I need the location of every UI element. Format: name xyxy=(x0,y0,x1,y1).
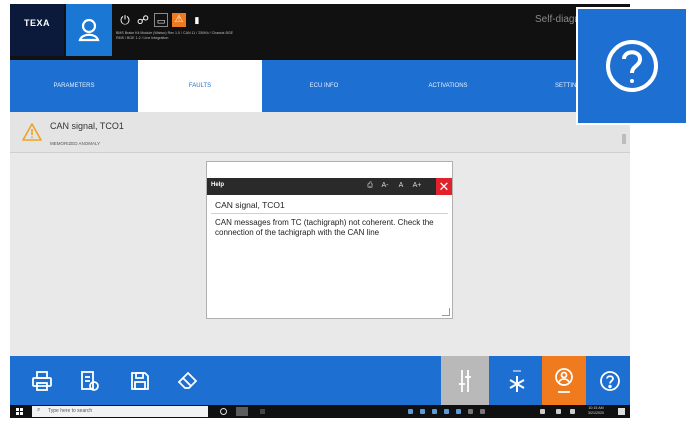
clock-date: 3/21/2020 xyxy=(588,411,604,415)
volume-icon[interactable] xyxy=(556,409,561,414)
help-dialog: Help ⎙ A- A A+ ✕ CAN signal, TCO1 CAN me… xyxy=(206,161,453,319)
record-icon xyxy=(555,367,573,393)
windows-start-icon[interactable] xyxy=(16,408,23,415)
network-icon[interactable] xyxy=(540,409,545,414)
report-button[interactable] xyxy=(70,356,110,405)
tab-ecu-info[interactable]: ECU info xyxy=(262,60,386,112)
user-button[interactable] xyxy=(66,4,112,56)
texa-taskbar-icon[interactable] xyxy=(236,407,248,416)
tab-faults[interactable]: Faults xyxy=(138,60,262,112)
resize-handle[interactable] xyxy=(442,308,450,316)
vehicle-info-line-2: RMS / BGE 1.2 / Line Integration xyxy=(116,36,169,40)
user-icon xyxy=(78,18,100,42)
notification-icon[interactable] xyxy=(618,408,625,415)
record-button[interactable] xyxy=(542,356,586,405)
print-button[interactable] xyxy=(22,356,62,405)
tray-icon[interactable] xyxy=(444,409,449,414)
help-title: Help xyxy=(211,182,225,188)
close-icon[interactable]: ✕ xyxy=(436,178,452,195)
slider-button[interactable] xyxy=(441,356,489,405)
search-icon: ⌕ xyxy=(37,407,41,413)
print-help-icon[interactable]: ⎙ xyxy=(365,181,375,191)
scrollbar[interactable] xyxy=(622,134,626,144)
erase-icon xyxy=(177,371,198,389)
bottom-toolbar xyxy=(10,356,630,405)
font-larger-icon[interactable]: A+ xyxy=(412,181,422,191)
print-icon xyxy=(32,370,52,391)
fault-status: Memorized anomaly xyxy=(50,141,101,146)
battery-icon: ▮ xyxy=(194,15,200,25)
tab-activations[interactable]: Activations xyxy=(386,60,510,112)
warning-icon xyxy=(22,123,42,141)
font-smaller-icon[interactable]: A- xyxy=(380,181,390,191)
taskbar-clock[interactable]: 10:15 AM 3/21/2020 xyxy=(588,406,604,416)
snapshot-icon xyxy=(509,370,525,392)
report-icon xyxy=(81,370,99,391)
tray-icon[interactable] xyxy=(468,409,473,414)
task-view-icon[interactable] xyxy=(220,408,227,415)
help-icon xyxy=(600,370,620,391)
tray-icon[interactable] xyxy=(456,409,461,414)
save-button[interactable] xyxy=(120,356,160,405)
tray-icon[interactable] xyxy=(408,409,413,414)
tab-bar: Parameters Faults ECU info Activations S… xyxy=(10,60,630,112)
tray-icon[interactable] xyxy=(480,409,485,414)
app-taskbar-icon[interactable] xyxy=(260,409,265,414)
tab-parameters[interactable]: Parameters xyxy=(10,60,138,112)
screen-icon[interactable]: ▭ xyxy=(154,13,168,27)
link-icon[interactable]: ☍ xyxy=(136,13,150,27)
help-button[interactable] xyxy=(592,356,628,405)
texa-logo: TEXA xyxy=(10,4,64,56)
taskbar-search[interactable]: ⌕ Type here to search xyxy=(32,406,208,417)
fault-title: CAN signal, TCO1 xyxy=(50,121,124,131)
app-window: TEXA ⏻ ☍ ▭ ⚠ ▮ BMS Brake Kit Module (Wab… xyxy=(10,4,630,418)
tray-icon[interactable] xyxy=(420,409,425,414)
help-description: CAN messages from TC (tachigraph) not co… xyxy=(215,218,434,237)
vehicle-info: BMS Brake Kit Module (Wabco) Rev 1.0 / C… xyxy=(116,31,376,41)
snapshot-button[interactable] xyxy=(497,356,537,405)
help-title-bar[interactable]: Help ⎙ A- A A+ ✕ xyxy=(207,178,452,195)
fault-row[interactable]: CAN signal, TCO1 Memorized anomaly xyxy=(10,112,630,153)
app-header: TEXA ⏻ ☍ ▭ ⚠ ▮ BMS Brake Kit Module (Wab… xyxy=(10,4,630,60)
help-icon xyxy=(606,40,658,92)
erase-button[interactable] xyxy=(168,356,208,405)
help-fault-code: CAN signal, TCO1 xyxy=(215,200,285,210)
tray-icon[interactable] xyxy=(432,409,437,414)
divider xyxy=(211,213,448,214)
slider-icon xyxy=(459,369,471,392)
taskbar: ⌕ Type here to search 10:15 AM 3/21/2020 xyxy=(10,405,630,418)
keyboard-icon[interactable] xyxy=(570,409,575,414)
alert-icon[interactable]: ⚠ xyxy=(172,13,186,27)
help-tile[interactable] xyxy=(576,7,688,125)
font-reset-icon[interactable]: A xyxy=(396,181,406,191)
save-icon xyxy=(131,371,149,390)
search-placeholder: Type here to search xyxy=(48,408,93,414)
power-icon[interactable]: ⏻ xyxy=(118,13,132,27)
